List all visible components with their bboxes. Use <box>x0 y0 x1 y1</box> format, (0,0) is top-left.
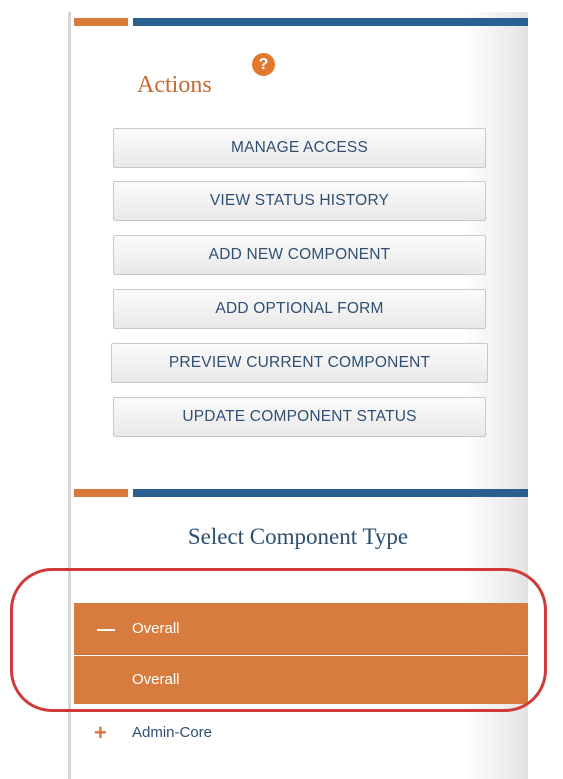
expand-icon[interactable]: + <box>94 711 107 755</box>
component-group-label: Admin-Core <box>132 724 213 741</box>
header-bar-blue-segment <box>133 18 528 26</box>
header-bar-orange-segment <box>74 18 128 26</box>
actions-title: Actions <box>137 72 212 98</box>
select-component-type-title: Select Component Type <box>187 524 409 549</box>
actions-header-bar <box>74 18 528 26</box>
view-status-history-button[interactable]: VIEW STATUS HISTORY <box>113 181 486 221</box>
component-header-bar <box>74 489 528 497</box>
component-bar-orange-segment <box>74 489 128 497</box>
highlight-annotation <box>10 568 547 712</box>
component-bar-blue-segment <box>133 489 528 497</box>
manage-access-button[interactable]: MANAGE ACCESS <box>113 128 486 168</box>
update-component-status-button[interactable]: UPDATE COMPONENT STATUS <box>113 397 486 437</box>
help-icon[interactable]: ? <box>252 53 275 76</box>
preview-current-component-button[interactable]: PREVIEW CURRENT COMPONENT <box>111 343 488 383</box>
add-optional-form-button[interactable]: ADD OPTIONAL FORM <box>113 289 486 329</box>
component-group-admin-core[interactable]: + Admin-Core <box>74 711 528 761</box>
add-new-component-button[interactable]: ADD NEW COMPONENT <box>113 235 486 275</box>
